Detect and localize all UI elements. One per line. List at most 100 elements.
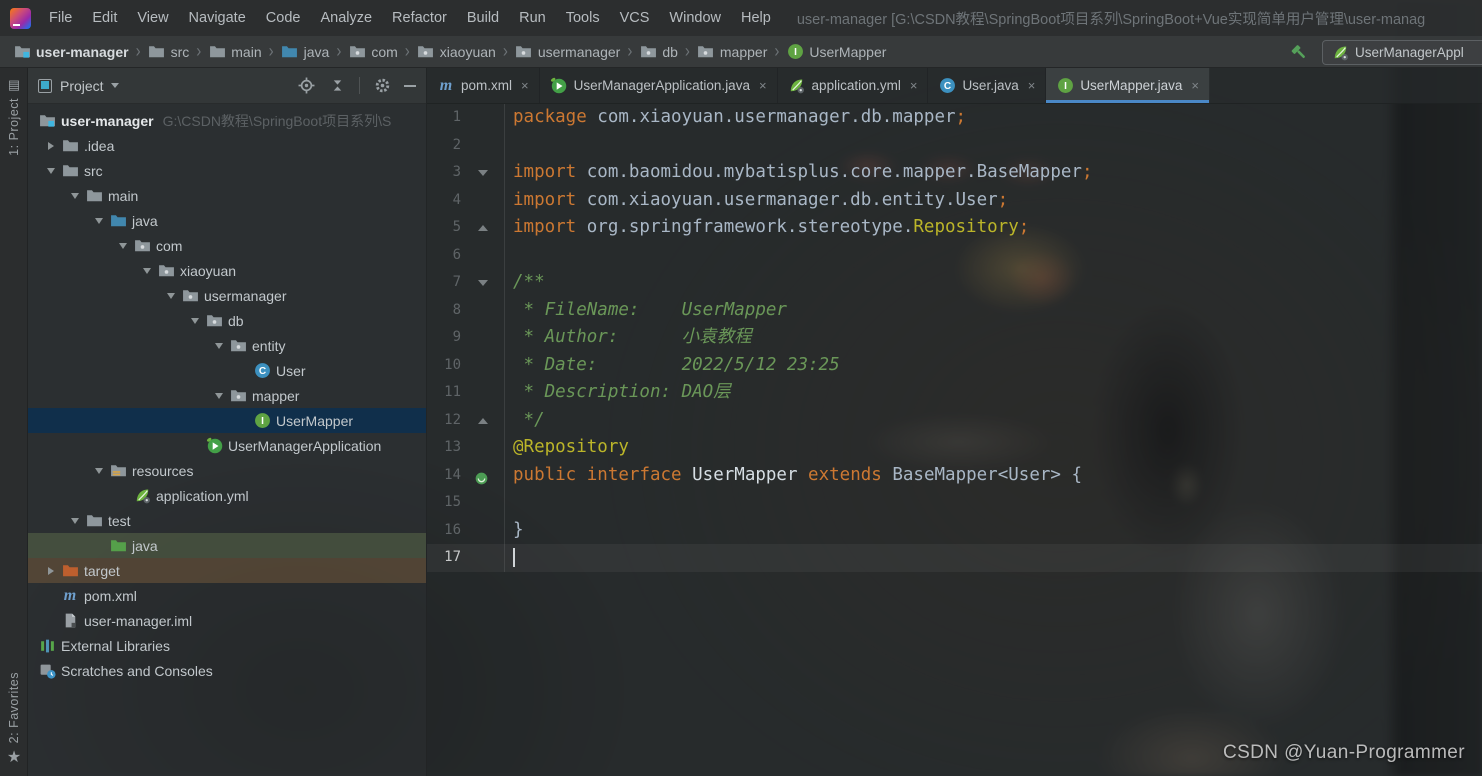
- tab-pom.xml[interactable]: m pom.xml ×: [427, 68, 540, 103]
- close-icon[interactable]: ×: [1028, 78, 1036, 93]
- tree-item-UserMapper[interactable]: I UserMapper: [28, 408, 426, 433]
- fold-close-icon[interactable]: [478, 225, 488, 231]
- breadcrumb: user-manager › src › main › java › com › xiaoyuan ›…: [13, 40, 886, 63]
- breadcrumb-com[interactable]: com: [348, 43, 398, 60]
- breadcrumb-usermanager[interactable]: usermanager: [515, 43, 620, 60]
- close-icon[interactable]: ×: [910, 78, 918, 93]
- folder-pkg-icon: [229, 337, 247, 354]
- hide-tool-window-icon[interactable]: [404, 84, 416, 87]
- tree-item-java[interactable]: java: [28, 533, 426, 558]
- menu-edit[interactable]: Edit: [82, 0, 127, 36]
- menu-analyze[interactable]: Analyze: [310, 0, 382, 36]
- breadcrumb-separator: ›: [135, 40, 141, 63]
- maven-icon: m: [63, 586, 77, 604]
- menu-tools[interactable]: Tools: [556, 0, 610, 36]
- menu-refactor[interactable]: Refactor: [382, 0, 457, 36]
- chevron-down-icon[interactable]: [137, 267, 157, 274]
- tree-item-java[interactable]: java: [28, 208, 426, 233]
- chevron-down-icon[interactable]: [41, 167, 61, 174]
- chevron-down-icon[interactable]: [161, 292, 181, 299]
- tree-item-com[interactable]: com: [28, 233, 426, 258]
- tree-item-usermanager[interactable]: usermanager: [28, 283, 426, 308]
- tree-item-.idea[interactable]: .idea: [28, 133, 426, 158]
- chevron-right-icon[interactable]: [41, 141, 61, 150]
- tree-item-user-manager.iml[interactable]: user-manager.iml: [28, 608, 426, 633]
- menu-build[interactable]: Build: [457, 0, 509, 36]
- tree-item-entity[interactable]: entity: [28, 333, 426, 358]
- code-text: }: [513, 519, 524, 540]
- folder-icon: [208, 43, 226, 60]
- build-hammer-icon[interactable]: [1290, 44, 1308, 61]
- menu-vcs[interactable]: VCS: [610, 0, 660, 36]
- chevron-down-icon[interactable]: [65, 517, 85, 524]
- close-icon[interactable]: ×: [521, 78, 529, 93]
- project-view-title[interactable]: Project: [60, 78, 104, 94]
- tree-item-test[interactable]: test: [28, 508, 426, 533]
- menu-view[interactable]: View: [127, 0, 178, 36]
- breadcrumb-xiaoyuan[interactable]: xiaoyuan: [417, 43, 496, 60]
- menu-file[interactable]: File: [39, 0, 82, 36]
- code-editor[interactable]: 1 package com.xiaoyuan.usermanager.db.map…: [427, 104, 1482, 776]
- tab-application.yml[interactable]: application.yml ×: [778, 68, 929, 103]
- chevron-down-icon[interactable]: [209, 342, 229, 349]
- folder-pkg-icon: [229, 387, 247, 404]
- tree-item-application.yml[interactable]: application.yml: [28, 483, 426, 508]
- breadcrumb-main[interactable]: main: [208, 43, 262, 60]
- chevron-down-icon[interactable]: [185, 317, 205, 324]
- toolbar-divider: [359, 77, 360, 94]
- tree-item-main[interactable]: main: [28, 183, 426, 208]
- fold-open-icon[interactable]: [478, 280, 488, 286]
- tab-User.java[interactable]: C User.java ×: [928, 68, 1047, 103]
- tree-item-target[interactable]: target: [28, 558, 426, 583]
- chevron-down-icon[interactable]: [89, 467, 109, 474]
- tree-item-pom.xml[interactable]: m pom.xml: [28, 583, 426, 608]
- menu-run[interactable]: Run: [509, 0, 556, 36]
- gear-icon[interactable]: [373, 77, 391, 94]
- chevron-down-icon[interactable]: [209, 392, 229, 399]
- tree-item-src[interactable]: src: [28, 158, 426, 183]
- chevron-down-icon[interactable]: [110, 83, 119, 88]
- breadcrumb-UserMapper[interactable]: I UserMapper: [786, 43, 886, 60]
- tree-item-label: application.yml: [156, 487, 249, 504]
- chevron-right-icon[interactable]: [41, 566, 61, 575]
- tree-item-mapper[interactable]: mapper: [28, 383, 426, 408]
- tree-item-User[interactable]: C User: [28, 358, 426, 383]
- run-configuration-select[interactable]: UserManagerAppl: [1322, 39, 1482, 65]
- fold-open-icon[interactable]: [478, 170, 488, 176]
- menu-help[interactable]: Help: [731, 0, 781, 36]
- breadcrumb-label: main: [231, 43, 262, 60]
- breadcrumb-mapper[interactable]: mapper: [697, 43, 767, 60]
- breadcrumb-db[interactable]: db: [639, 43, 678, 60]
- close-icon[interactable]: ×: [759, 78, 767, 93]
- tree-item-db[interactable]: db: [28, 308, 426, 333]
- tree-item-UserManagerApplication[interactable]: UserManagerApplication: [28, 433, 426, 458]
- tab-UserMapper.java[interactable]: I UserMapper.java ×: [1046, 68, 1210, 103]
- tree-item-label: src: [84, 162, 103, 179]
- tree-item-user-manager[interactable]: user-manager G:\CSDN教程\SpringBoot项目系列\S: [28, 108, 426, 133]
- collapse-all-icon[interactable]: [328, 77, 346, 94]
- tab-UserManagerApplication.java[interactable]: UserManagerApplication.java ×: [540, 68, 778, 103]
- tool-stripe-favorites-button[interactable]: 2: Favorites ★: [0, 672, 28, 766]
- chevron-down-icon[interactable]: [65, 192, 85, 199]
- line-number: 17: [444, 549, 461, 565]
- tree-item-label: .idea: [84, 137, 115, 154]
- menu-window[interactable]: Window: [659, 0, 731, 36]
- fold-close-icon[interactable]: [478, 417, 488, 424]
- breadcrumb-user-manager[interactable]: user-manager: [13, 43, 129, 60]
- menu-navigate[interactable]: Navigate: [179, 0, 256, 36]
- menu-code[interactable]: Code: [256, 0, 311, 36]
- chevron-down-icon[interactable]: [113, 242, 133, 249]
- line-number: 16: [444, 521, 461, 538]
- chevron-down-icon[interactable]: [89, 217, 109, 224]
- close-icon[interactable]: ×: [1191, 78, 1199, 93]
- tool-stripe-project-button[interactable]: ▤ 1: Project: [0, 78, 28, 156]
- tree-item-resources[interactable]: resources: [28, 458, 426, 483]
- tree-item-xiaoyuan[interactable]: xiaoyuan: [28, 258, 426, 283]
- tree-item-Scratches and Consoles[interactable]: Scratches and Consoles: [28, 658, 426, 683]
- breadcrumb-java[interactable]: java: [281, 43, 329, 60]
- tree-item-External Libraries[interactable]: External Libraries: [28, 633, 426, 658]
- breadcrumb-src[interactable]: src: [148, 43, 189, 60]
- fold-column: [461, 544, 505, 572]
- locate-file-icon[interactable]: [297, 77, 315, 94]
